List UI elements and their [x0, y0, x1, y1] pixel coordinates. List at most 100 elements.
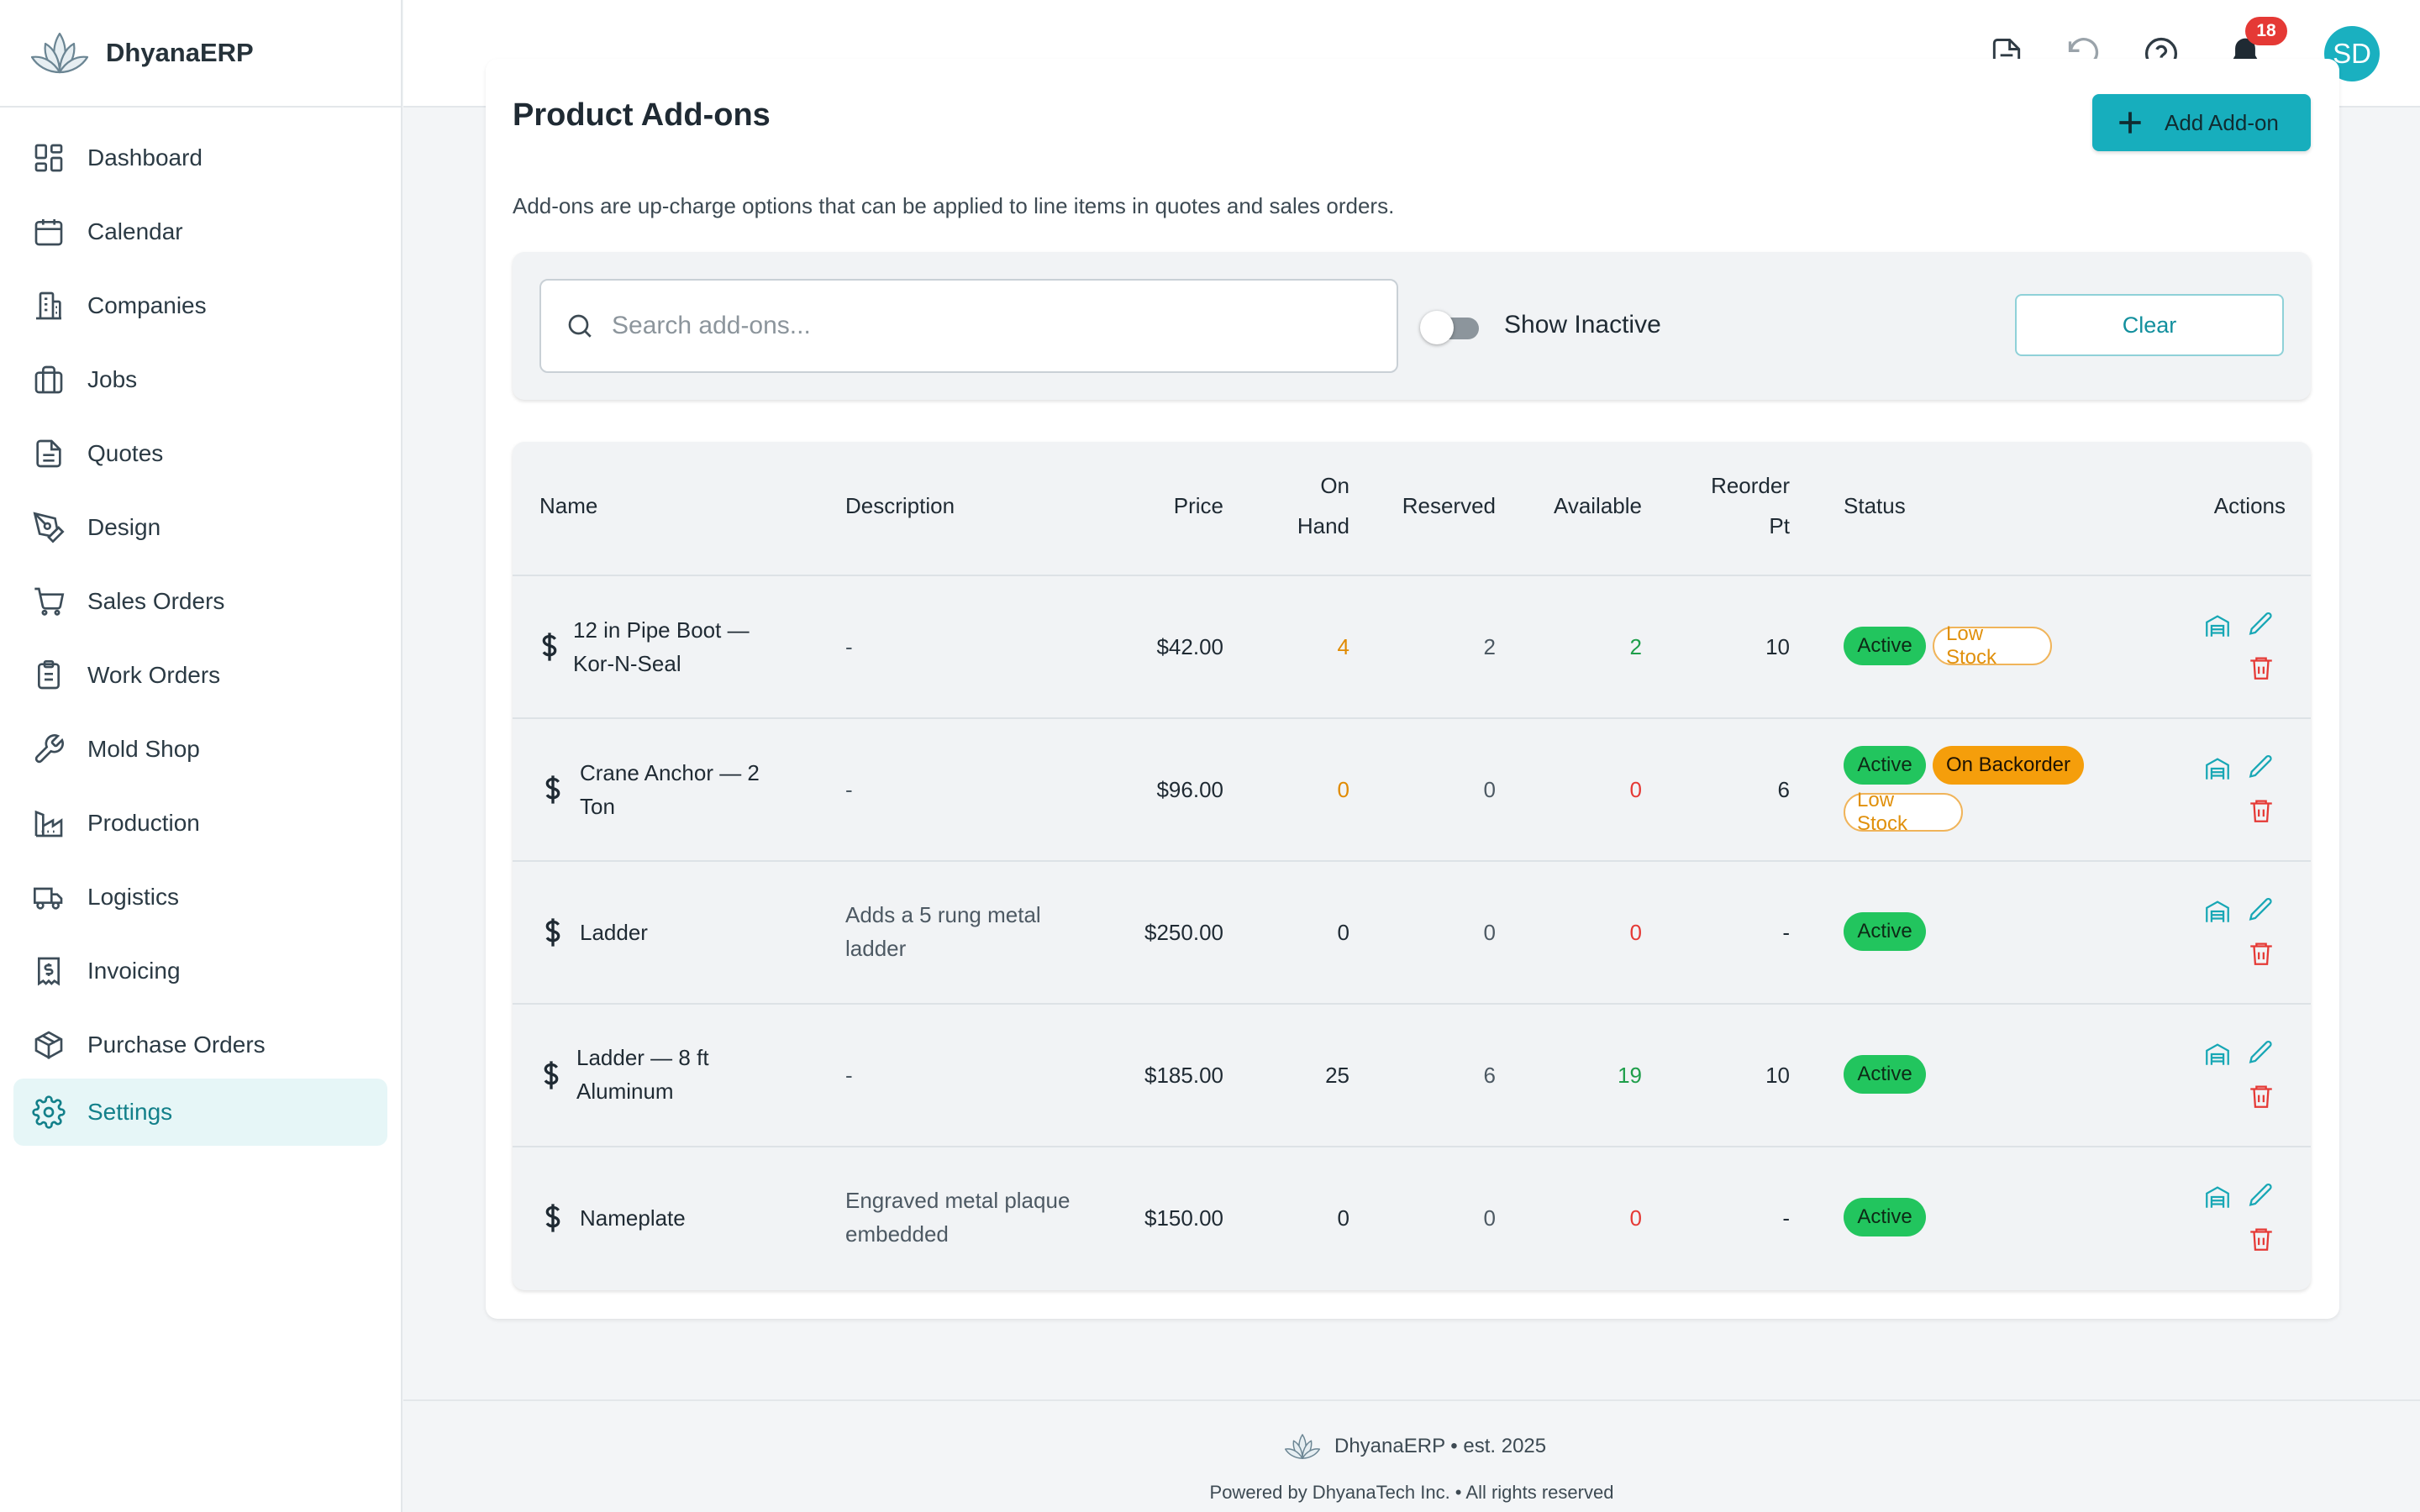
status-badge-on-backorder: On Backorder: [1933, 746, 2084, 785]
row-price: $42.00: [1156, 634, 1223, 659]
sidebar-item-companies[interactable]: Companies: [13, 272, 387, 339]
row-on-hand: 25: [1325, 1063, 1349, 1088]
warehouse-icon[interactable]: [2203, 612, 2232, 640]
briefcase-icon: [34, 365, 63, 394]
status-badge-low-stock: Low Stock: [1844, 789, 1963, 835]
app-name: DhyanaERP: [106, 38, 254, 67]
sidebar-item-label: Work Orders: [87, 662, 221, 688]
sidebar-item-sales-orders[interactable]: Sales Orders: [13, 568, 387, 635]
notification-badge: 18: [2245, 17, 2287, 45]
row-on-hand: 4: [1337, 634, 1349, 659]
trash-icon[interactable]: [2247, 654, 2275, 682]
sidebar-item-logistics[interactable]: Logistics: [13, 864, 387, 931]
row-description: -: [845, 634, 853, 659]
column-header-available[interactable]: Available: [1512, 486, 1642, 526]
row-reserved: 2: [1483, 634, 1496, 659]
pen-tool-icon: [33, 512, 65, 543]
dollar-icon: [545, 1204, 560, 1232]
row-on-hand: 0: [1337, 777, 1349, 802]
show-inactive-toggle[interactable]: [1420, 311, 1484, 344]
edit-icon[interactable]: [2247, 1181, 2275, 1210]
add-addon-label: Add Add-on: [2165, 109, 2279, 135]
row-price: $250.00: [1144, 920, 1223, 945]
sidebar: DhyanaERP Dashboard Calendar Companies J…: [0, 0, 402, 1512]
sidebar-item-design[interactable]: Design: [13, 494, 387, 561]
sidebar-item-label: Design: [87, 514, 161, 540]
add-addon-button[interactable]: Add Add-on: [2092, 94, 2311, 151]
clear-button[interactable]: Clear: [2015, 294, 2284, 356]
status-badge-active: Active: [1844, 1055, 1926, 1094]
sidebar-item-purchase-orders[interactable]: Purchase Orders: [13, 1011, 387, 1079]
sidebar-item-label: Mold Shop: [87, 736, 200, 762]
row-reorder-point: 10: [1765, 1063, 1790, 1088]
column-header-description[interactable]: Description: [845, 486, 955, 526]
lotus-logo-icon: [1284, 1434, 1321, 1459]
sidebar-item-quotes[interactable]: Quotes: [13, 420, 387, 487]
sidebar-item-calendar[interactable]: Calendar: [13, 198, 387, 265]
edit-icon[interactable]: [2247, 610, 2275, 638]
warehouse-icon[interactable]: [2203, 1040, 2232, 1068]
row-reorder-point: 6: [1777, 777, 1790, 802]
sidebar-item-production[interactable]: Production: [13, 790, 387, 857]
status-badge-active: Active: [1844, 627, 1926, 665]
column-header-reorder-line2[interactable]: Pt: [1672, 506, 1790, 546]
sidebar-item-label: Calendar: [87, 218, 183, 244]
sidebar-item-invoicing[interactable]: Invoicing: [13, 937, 387, 1005]
edit-icon[interactable]: [2247, 753, 2275, 781]
row-price: $96.00: [1156, 777, 1223, 802]
edit-icon[interactable]: [2247, 895, 2275, 924]
row-available: 2: [1629, 634, 1642, 659]
row-name-line1: Ladder: [580, 920, 648, 945]
column-header-name[interactable]: Name: [539, 486, 597, 526]
warehouse-icon[interactable]: [2203, 754, 2232, 783]
sidebar-item-dashboard[interactable]: Dashboard: [13, 124, 387, 192]
status-badge-active: Active: [1844, 912, 1926, 951]
sidebar-item-label: Sales Orders: [87, 588, 225, 614]
status-badge-active: Active: [1844, 1198, 1926, 1236]
column-header-on-hand-line1[interactable]: On: [1260, 465, 1349, 506]
dollar-icon: [545, 918, 560, 947]
trash-icon[interactable]: [2247, 939, 2275, 968]
footer-line2: Powered by DhyanaTech Inc. • All rights …: [1209, 1482, 1614, 1503]
row-reorder-point: 10: [1765, 634, 1790, 659]
footer-line1: DhyanaERP • est. 2025: [1334, 1435, 1547, 1457]
sidebar-item-label: Logistics: [87, 884, 179, 910]
trash-icon[interactable]: [2247, 796, 2275, 825]
dollar-icon: [542, 633, 557, 661]
row-description-line2: embedded: [845, 1221, 949, 1247]
column-header-reorder-line1[interactable]: Reorder: [1672, 465, 1790, 506]
column-header-on-hand-line2[interactable]: Hand: [1260, 506, 1349, 546]
status-badge-active: Active: [1844, 746, 1926, 785]
sidebar-item-label: Dashboard: [87, 144, 203, 171]
sidebar-item-settings[interactable]: Settings: [13, 1079, 387, 1146]
wrench-icon: [34, 734, 64, 764]
sidebar-item-mold-shop[interactable]: Mold Shop: [13, 716, 387, 783]
trash-icon[interactable]: [2247, 1082, 2275, 1110]
column-header-status[interactable]: Status: [1844, 486, 1906, 526]
row-on-hand: 0: [1337, 1205, 1349, 1231]
sidebar-item-jobs[interactable]: Jobs: [13, 346, 387, 413]
dashboard-icon: [34, 144, 63, 172]
page-title: Product Add-ons: [513, 97, 771, 133]
row-description: -: [845, 1063, 853, 1088]
search-input[interactable]: [612, 312, 1368, 340]
document-icon: [36, 439, 61, 468]
row-price: $150.00: [1144, 1205, 1223, 1231]
warehouse-icon[interactable]: [2203, 897, 2232, 926]
trash-icon[interactable]: [2247, 1225, 2275, 1253]
brand[interactable]: DhyanaERP: [0, 0, 401, 108]
sidebar-nav: Dashboard Calendar Companies Jobs Quotes…: [0, 108, 401, 1146]
search-box[interactable]: [539, 279, 1398, 373]
dollar-icon: [545, 775, 560, 804]
row-reorder-point: -: [1782, 920, 1790, 945]
column-header-reserved[interactable]: Reserved: [1361, 486, 1496, 526]
sidebar-item-label: Purchase Orders: [87, 1032, 266, 1058]
factory-icon: [34, 810, 63, 837]
sidebar-item-work-orders[interactable]: Work Orders: [13, 642, 387, 709]
edit-icon[interactable]: [2247, 1038, 2275, 1067]
row-available: 0: [1629, 1205, 1642, 1231]
page-subtitle: Add-ons are up-charge options that can b…: [513, 193, 1395, 218]
row-name-line2: Aluminum: [576, 1079, 674, 1104]
warehouse-icon[interactable]: [2203, 1183, 2232, 1211]
column-header-price[interactable]: Price: [1092, 486, 1223, 526]
